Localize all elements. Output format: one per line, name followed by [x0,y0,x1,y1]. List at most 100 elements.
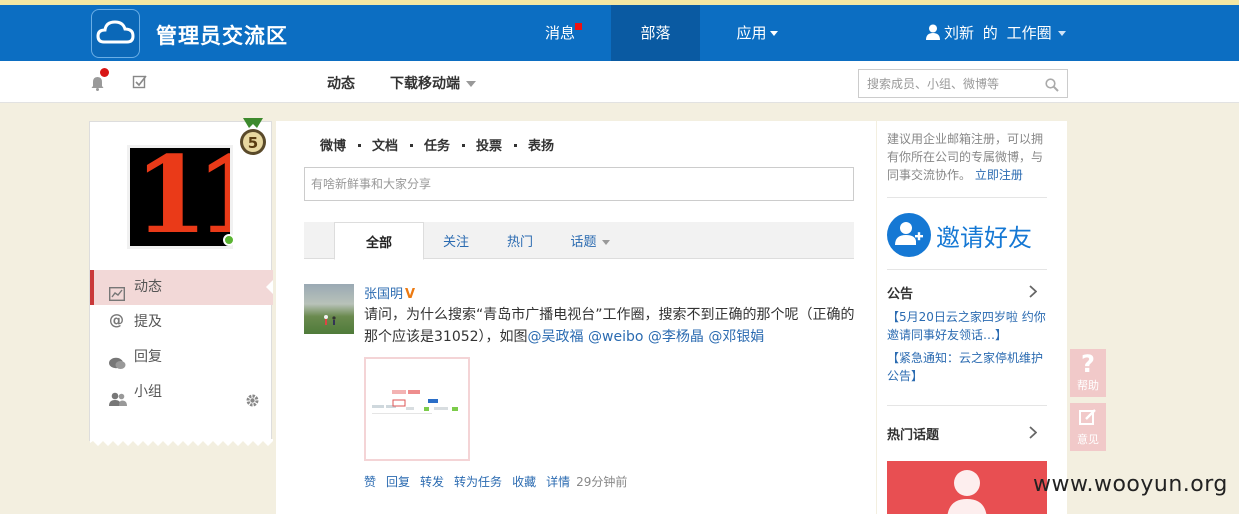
post-image-thumbnail[interactable] [364,357,470,461]
post-actions: 赞回复 转发 转为任务 收藏 详情 29分钟前 [364,473,637,490]
user-icon [926,7,940,63]
tab-following[interactable]: 关注 [426,222,486,259]
nav-messages-label: 消息 [544,24,575,42]
feedback-label: 意见 [1077,433,1099,446]
post-timestamp: 29分钟前 [576,475,628,489]
help-button[interactable]: ? 帮助 [1070,349,1106,397]
online-status-icon [223,234,235,246]
hot-topics-title: 热门话题 [887,428,940,443]
register-hint: 建议用企业邮箱注册，可以拥有你所在公司的专属微博，与同事交流协作。 立即注册 [887,130,1053,184]
notification-dot [100,68,109,77]
forward-button[interactable]: 转发 [420,475,444,489]
nav-tribe-label: 部落 [640,24,671,42]
at-icon: @ [109,311,124,329]
chevron-down-icon [601,240,610,245]
post-content: 请问，为什么搜索“青岛市广播电视台”工作圈，搜索不到正确的那个呢（正确的那个应该… [364,304,856,348]
reply-button[interactable]: 回复 [386,475,410,489]
mention-link[interactable]: @李杨晶 [648,329,704,345]
cloud-logo-icon[interactable] [91,9,140,58]
favorite-button[interactable]: 收藏 [512,475,536,489]
download-mobile-link[interactable]: 下载移动端 [390,73,476,93]
task-check-icon[interactable] [132,74,148,94]
tab-separator [358,144,361,147]
register-link[interactable]: 立即注册 [975,168,1023,182]
post-author-avatar[interactable] [304,284,354,334]
download-mobile-label: 下载移动端 [390,76,460,92]
workspace-label: 工作圈 [1006,24,1052,42]
publisher-tab-vote[interactable]: 投票 [476,135,502,154]
search-box [858,69,1068,98]
mention-link[interactable]: @吴政福 [528,329,584,345]
tab-topics-label: 话题 [570,235,597,250]
hot-topic-banner[interactable] [887,461,1047,514]
invite-label: 邀请好友 [936,224,1032,252]
notice-item[interactable]: 【紧急通知：云之家停机维护公告】 [887,349,1052,385]
sub-toolbar: 动态 下载移动端 [0,61,1239,103]
sidebar-item-replies[interactable]: 回复 [90,340,273,375]
mention-link[interactable]: @邓银娟 [708,329,764,345]
feed-tabs: 全部 关注 热门 话题 [304,222,854,260]
publisher-tab-doc[interactable]: 文档 [372,135,398,154]
medal-level: 5 [248,134,258,152]
post-author-name: 张国明 [364,287,404,302]
publisher-tab-task[interactable]: 任务 [424,135,450,154]
sidebar-item-feed[interactable]: 动态 [90,270,273,305]
divider [887,197,1047,198]
right-sidebar: 建议用企业邮箱注册，可以拥有你所在公司的专属微博，与同事交流协作。 立即注册 邀… [877,121,1067,514]
divider [887,269,1047,270]
help-label: 帮助 [1077,379,1099,392]
add-user-icon [887,213,931,257]
chevron-right-icon[interactable] [1029,285,1038,302]
watermark: www.wooyun.org [1033,472,1228,497]
nav-messages[interactable]: 消息 [530,5,590,61]
paper-edge-decoration [90,439,273,446]
user-menu[interactable]: 刘新 的 工作圈 [926,5,1066,61]
mention-link[interactable]: @weibo [588,329,643,345]
profile-sidebar: 11 5 动态 @ 提及 回复 小组 [89,118,273,446]
avatar[interactable]: 11 [127,145,233,249]
bell-icon[interactable] [91,76,104,95]
tab-hot[interactable]: 热门 [490,222,550,259]
details-button[interactable]: 详情 [546,475,570,489]
question-icon: ? [1081,350,1095,378]
notice-item[interactable]: 【5月20日云之家四岁啦 约你邀请同事好友领话…】 [887,308,1052,344]
sidebar-item-groups[interactable]: 小组 [90,375,273,410]
tab-all[interactable]: 全部 [334,222,424,260]
feed-link[interactable]: 动态 [327,73,355,93]
publisher-tab-praise[interactable]: 表扬 [528,135,554,154]
search-input[interactable] [859,70,1039,97]
nav-apps[interactable]: 应用 [722,5,792,61]
chevron-down-icon [769,31,778,36]
group-icon [109,385,127,420]
sidebar-item-label: 小组 [134,384,162,400]
convert-to-task-button[interactable]: 转为任务 [454,475,502,489]
publisher-tab-weibo[interactable]: 微博 [320,135,346,154]
nav-apps-label: 应用 [736,24,767,42]
user-name: 刘新 [944,24,975,42]
nav-tribe[interactable]: 部落 [611,5,700,61]
chevron-down-icon [466,81,476,87]
main-feed: 微博 文档 任务 投票 表扬 全部 关注 热门 话题 张国明V 请问，为什么搜索… [276,121,876,514]
publisher-box [304,167,854,201]
unread-indicator [575,23,582,30]
tab-topics[interactable]: 话题 [560,222,620,259]
chevron-right-icon[interactable] [1029,426,1038,443]
feedback-button[interactable]: 意见 [1070,403,1106,451]
top-navbar: 管理员交流区 消息 部落 应用 刘新 的 工作圈 [0,5,1239,61]
tab-separator [462,144,465,147]
sidebar-item-label: 提及 [134,314,162,330]
notice-title: 公告 [887,287,914,302]
invite-friends-button[interactable]: 邀请好友 [887,213,1057,257]
like-button[interactable]: 赞 [364,475,376,489]
tab-separator [514,144,517,147]
publish-input[interactable] [305,168,853,200]
medal-icon[interactable]: 5 [238,118,268,156]
edit-icon [1079,408,1097,429]
sidebar-item-mentions[interactable]: @ 提及 [90,305,273,340]
user-suffix: 的 [982,24,998,42]
tab-separator [410,144,413,147]
sidebar-item-label: 回复 [134,349,162,365]
search-icon[interactable] [1045,78,1059,96]
post-author[interactable]: 张国明 V [364,283,415,302]
gear-icon[interactable] [246,386,259,421]
